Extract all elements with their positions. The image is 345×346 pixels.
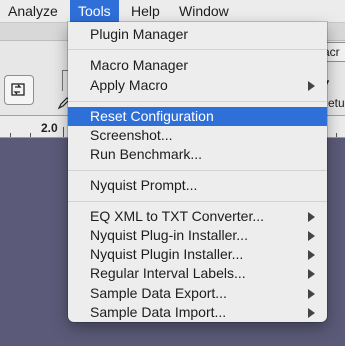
tools-menu: Plugin Manager Macro Manager Apply Macro… — [68, 22, 327, 322]
submenu-arrow-icon — [308, 308, 315, 318]
menu-item-label: Sample Data Import... — [90, 304, 227, 320]
submenu-arrow-icon — [308, 212, 315, 222]
menu-item-label: Screenshot... — [90, 127, 173, 143]
loop-icon — [11, 83, 25, 96]
menu-item-nyquist-plug-in-installer[interactable]: Nyquist Plug-in Installer... — [68, 226, 327, 245]
menu-item-plugin-manager[interactable]: Plugin Manager — [68, 25, 327, 44]
menu-item-label: Nyquist Plug-in Installer... — [90, 227, 248, 243]
ruler-tick — [63, 127, 64, 137]
menu-item-label: Plugin Manager — [90, 26, 189, 42]
menu-item-label: Reset Configuration — [90, 108, 214, 124]
submenu-arrow-icon — [308, 269, 315, 279]
setup-label: etup — [328, 96, 345, 110]
menu-item-label: Run Benchmark... — [90, 146, 203, 162]
menu-item-nyquist-plugin-installer[interactable]: Nyquist Plugin Installer... — [68, 245, 327, 264]
menu-help[interactable]: Help — [131, 0, 160, 22]
menu-tools[interactable]: Tools — [70, 0, 119, 22]
submenu-arrow-icon — [308, 231, 315, 241]
menu-item-apply-macro[interactable]: Apply Macro — [68, 76, 327, 95]
menu-item-sample-data-import[interactable]: Sample Data Import... — [68, 303, 327, 322]
app-menubar: Analyze Tools Help Window — [0, 0, 345, 23]
menu-item-label: Nyquist Prompt... — [90, 177, 198, 193]
menu-separator — [68, 49, 327, 50]
menu-item-macro-manager[interactable]: Macro Manager — [68, 56, 327, 75]
menu-item-label: Nyquist Plugin Installer... — [90, 246, 244, 262]
menu-item-label: Apply Macro — [90, 77, 168, 93]
submenu-arrow-icon — [308, 289, 315, 299]
ruler-tick — [30, 133, 31, 137]
ruler-tick — [10, 133, 11, 137]
menu-item-regular-interval-labels[interactable]: Regular Interval Labels... — [68, 264, 327, 283]
menu-item-reset-configuration[interactable]: Reset Configuration — [68, 107, 327, 126]
menu-analyze[interactable]: Analyze — [8, 0, 58, 22]
menu-separator — [68, 170, 327, 171]
submenu-arrow-icon — [308, 81, 315, 91]
menu-item-run-benchmark[interactable]: Run Benchmark... — [68, 145, 327, 164]
menu-item-label: EQ XML to TXT Converter... — [90, 208, 265, 224]
menu-separator — [68, 101, 327, 102]
menu-window[interactable]: Window — [179, 0, 229, 22]
submenu-arrow-icon — [308, 250, 315, 260]
ruler-tick-label: 2.0 — [41, 121, 58, 135]
menu-item-screenshot[interactable]: Screenshot... — [68, 126, 327, 145]
menu-item-sample-data-export[interactable]: Sample Data Export... — [68, 284, 327, 303]
menu-item-label: Sample Data Export... — [90, 285, 227, 301]
menu-item-eq-xml-converter[interactable]: EQ XML to TXT Converter... — [68, 207, 327, 226]
menu-item-nyquist-prompt[interactable]: Nyquist Prompt... — [68, 176, 327, 195]
ruler-tick — [336, 133, 337, 137]
menu-separator — [68, 201, 327, 202]
loop-button[interactable] — [4, 75, 34, 105]
menu-item-label: Regular Interval Labels... — [90, 265, 246, 281]
menu-item-label: Macro Manager — [90, 57, 189, 73]
